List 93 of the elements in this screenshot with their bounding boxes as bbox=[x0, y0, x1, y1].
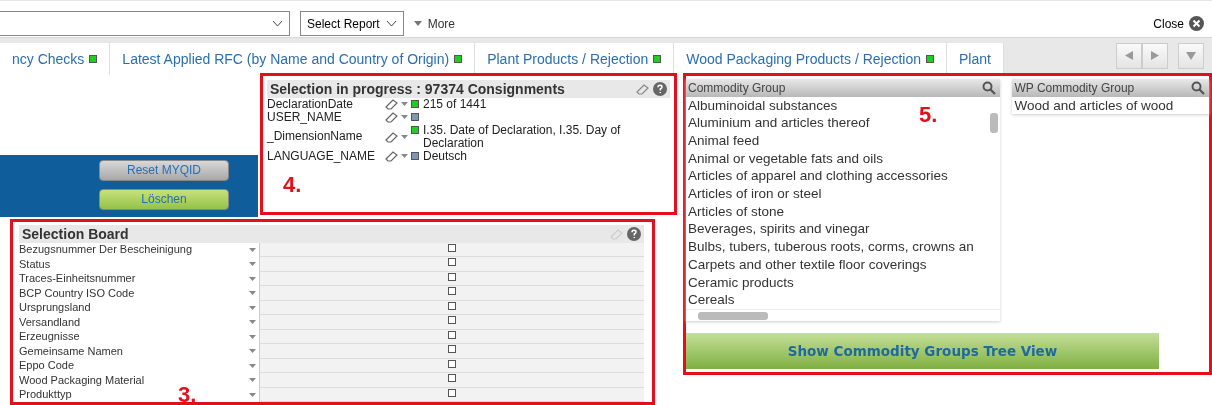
field-name: USER_NAME bbox=[267, 110, 343, 124]
panel-title: Selection Board bbox=[22, 225, 129, 242]
field-label: Bezugsnummer Der Bescheinigung bbox=[19, 243, 193, 257]
close-button[interactable]: Close bbox=[1153, 16, 1204, 32]
list-item[interactable]: Ceramic products bbox=[686, 273, 794, 292]
more-menu[interactable]: More bbox=[413, 16, 456, 31]
dropdown-caret-icon[interactable] bbox=[249, 378, 256, 383]
checkbox[interactable] bbox=[448, 272, 456, 281]
eraser-icon[interactable] bbox=[385, 98, 399, 110]
caret-icon bbox=[413, 21, 422, 27]
report-select[interactable]: Select Report bbox=[300, 11, 404, 37]
horizontal-scrollbar[interactable] bbox=[686, 308, 1001, 321]
list-item[interactable]: Carpets and other textile floor coverings bbox=[686, 255, 927, 274]
field-name: LANGUAGE_NAME bbox=[267, 149, 377, 163]
list-item[interactable]: Animal or vegetable fats and oils bbox=[686, 149, 884, 168]
scroll-left-button[interactable] bbox=[1116, 42, 1142, 69]
field-name: DeclarationDate bbox=[267, 97, 354, 111]
sheet-tab[interactable]: ncy Checks bbox=[0, 42, 111, 75]
list-item[interactable]: Albuminoidal substances bbox=[686, 96, 838, 115]
down-triangle-icon bbox=[1186, 51, 1196, 60]
checkbox[interactable] bbox=[448, 301, 456, 310]
list-item[interactable]: Animal feed bbox=[686, 131, 760, 150]
sheet-tab[interactable]: Plant Products / Rejection bbox=[475, 42, 675, 75]
list-item[interactable]: Aluminium and articles thereof bbox=[686, 114, 870, 132]
checkbox[interactable] bbox=[448, 243, 456, 252]
panel-title: Selection in progress : 97374 Consignments bbox=[270, 80, 565, 97]
field-value: Deutsch bbox=[423, 149, 469, 163]
chevron-icon bbox=[272, 20, 283, 28]
eraser-icon[interactable] bbox=[385, 111, 399, 123]
list-header: Commodity Group bbox=[686, 78, 1001, 97]
checkbox[interactable] bbox=[448, 374, 456, 382]
field-label: Status bbox=[19, 257, 51, 271]
caret-icon[interactable] bbox=[401, 134, 408, 139]
caret-icon[interactable] bbox=[401, 154, 408, 158]
annotation-label: 5. bbox=[919, 101, 938, 128]
list-item[interactable]: Bulbs, tubers, tuberous roots, corms, crowns an bbox=[686, 238, 974, 256]
field-label: Versandland bbox=[19, 315, 81, 329]
help-icon[interactable] bbox=[627, 226, 641, 241]
list-item[interactable]: Beverages, spirits and vinegar bbox=[686, 220, 870, 239]
field-label: Erzeugnisse bbox=[19, 330, 80, 344]
dropdown-caret-icon[interactable] bbox=[249, 363, 256, 368]
field-label: Ursprungsland bbox=[19, 301, 91, 315]
checkbox[interactable] bbox=[448, 330, 456, 339]
annotation-label: 3. bbox=[178, 381, 197, 405]
annotation-label: 4. bbox=[283, 171, 302, 198]
checkbox[interactable] bbox=[448, 388, 456, 397]
left-triangle-icon bbox=[1125, 51, 1133, 60]
tabs-menu-button[interactable] bbox=[1178, 42, 1204, 69]
field-label: Produkttyp bbox=[19, 388, 72, 402]
caret-icon[interactable] bbox=[401, 102, 408, 106]
field-value: I.35. Date of Declaration, I.35. Day of Declaration bbox=[423, 123, 622, 150]
checkbox[interactable] bbox=[448, 359, 456, 368]
list-item[interactable]: Wood and articles of wood bbox=[1012, 96, 1174, 115]
checkbox[interactable] bbox=[448, 345, 456, 353]
dropdown-caret-icon[interactable] bbox=[249, 247, 256, 252]
checkbox[interactable] bbox=[448, 258, 456, 266]
sheet-tab[interactable]: Wood Packaging Products / Rejection bbox=[674, 42, 948, 75]
list-item[interactable]: Articles of iron or steel bbox=[686, 185, 822, 203]
close-icon bbox=[1189, 16, 1204, 32]
list-item[interactable]: Articles of apparel and clothing accessories bbox=[686, 167, 948, 185]
checkbox[interactable] bbox=[448, 316, 456, 324]
dropdown-caret-icon[interactable] bbox=[249, 320, 256, 325]
dropdown-caret-icon[interactable] bbox=[249, 334, 256, 339]
scroll-right-button[interactable] bbox=[1142, 42, 1168, 69]
field-label: Gemeinsame Namen bbox=[19, 344, 123, 358]
caret-icon[interactable] bbox=[401, 115, 408, 119]
list-item[interactable]: Cereals bbox=[686, 291, 735, 309]
list-header: WP Commodity Group bbox=[1012, 78, 1209, 97]
field-label: BCP Country ISO Code bbox=[19, 286, 135, 300]
help-icon[interactable] bbox=[653, 81, 667, 96]
field-label: Wood Packaging Material bbox=[19, 373, 145, 387]
eraser-icon[interactable] bbox=[385, 150, 399, 162]
search-icon[interactable] bbox=[982, 80, 997, 95]
dropdown-caret-icon[interactable] bbox=[249, 291, 256, 296]
dropdown-caret-icon[interactable] bbox=[249, 262, 256, 267]
right-triangle-icon bbox=[1151, 51, 1159, 60]
eraser-icon[interactable] bbox=[636, 82, 650, 95]
checkbox[interactable] bbox=[448, 287, 456, 295]
dropdown-caret-icon[interactable] bbox=[249, 392, 256, 397]
sheet-tab[interactable]: Plant bbox=[947, 42, 1004, 75]
field-label: Traces-Einheitsnummer bbox=[19, 272, 136, 286]
dropdown-caret-icon[interactable] bbox=[249, 349, 256, 354]
list-item[interactable]: Articles of stone bbox=[686, 202, 785, 221]
eraser-icon[interactable] bbox=[385, 130, 399, 143]
field-value: 215 of 1441 bbox=[423, 97, 487, 111]
search-icon[interactable] bbox=[1191, 80, 1205, 95]
dropdown-caret-icon[interactable] bbox=[249, 276, 256, 281]
field-label: Eppo Code bbox=[19, 359, 75, 373]
dropdown-caret-icon[interactable] bbox=[249, 305, 256, 310]
chevron-icon bbox=[385, 20, 397, 28]
field-name: _DimensionName bbox=[267, 130, 364, 143]
dropdown-field[interactable] bbox=[0, 11, 290, 37]
sheet-tab[interactable]: Latest Applied RFC (by Name and Country of Origin) bbox=[110, 42, 476, 75]
